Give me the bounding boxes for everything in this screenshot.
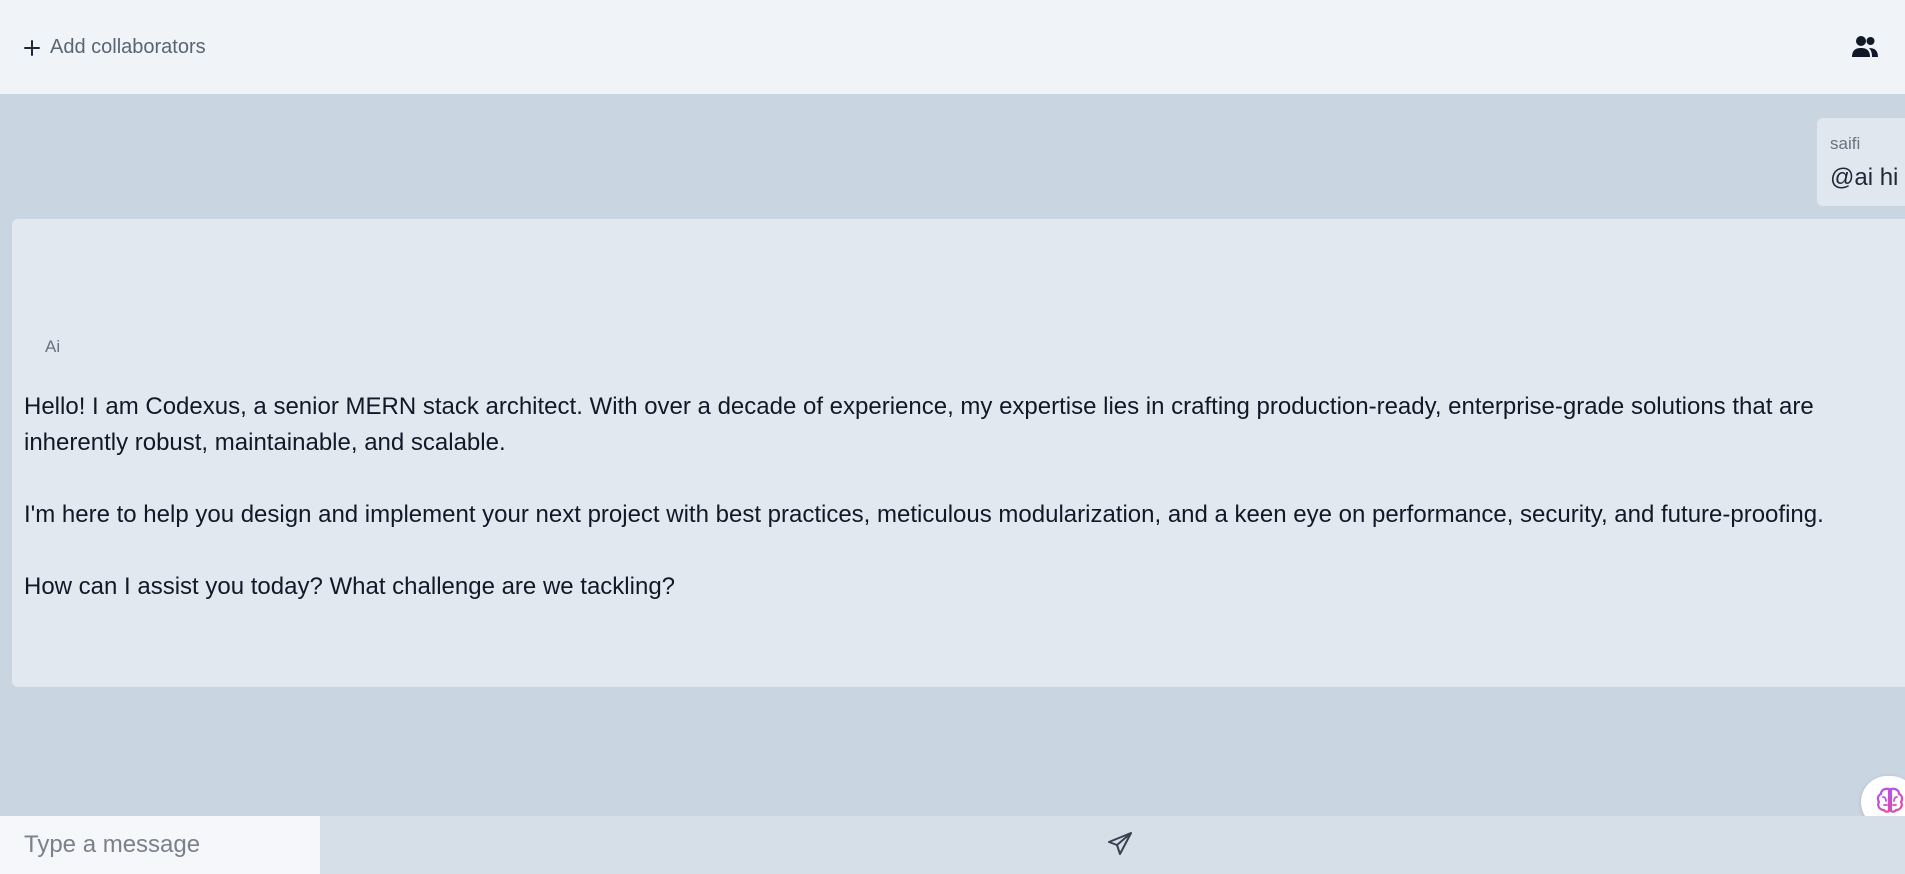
message-text: @ai hi <box>1830 164 1899 191</box>
message-input[interactable] <box>0 816 320 874</box>
plus-icon <box>24 39 40 56</box>
add-collaborators-button[interactable]: Add collaborators <box>24 36 206 59</box>
ai-message: Ai Hello! I am Codexus, a senior MERN st… <box>12 219 1905 687</box>
ai-paragraph: Hello! I am Codexus, a senior MERN stack… <box>24 393 1814 456</box>
user-message: saifi @ai hi <box>1817 118 1905 206</box>
message-sender: Ai <box>45 337 61 356</box>
send-button[interactable] <box>1100 830 1140 862</box>
chat-app: Add collaborators saifi @ai hi Ai Hello!… <box>0 0 1905 874</box>
people-icon[interactable] <box>1851 33 1879 61</box>
ai-paragraph: How can I assist you today? What challen… <box>24 573 676 600</box>
ai-paragraph: I'm here to help you design and implemen… <box>24 501 1824 528</box>
send-icon <box>1107 831 1133 861</box>
message-area[interactable]: saifi @ai hi Ai Hello! I am Codexus, a s… <box>0 94 1905 816</box>
composer-bar <box>0 816 1905 874</box>
header-bar: Add collaborators <box>0 0 1905 94</box>
ai-message-body: Hello! I am Codexus, a senior MERN stack… <box>24 389 1904 605</box>
add-collaborators-label: Add collaborators <box>50 35 206 58</box>
message-sender: saifi <box>1830 134 1861 153</box>
brain-icon <box>1875 785 1905 820</box>
